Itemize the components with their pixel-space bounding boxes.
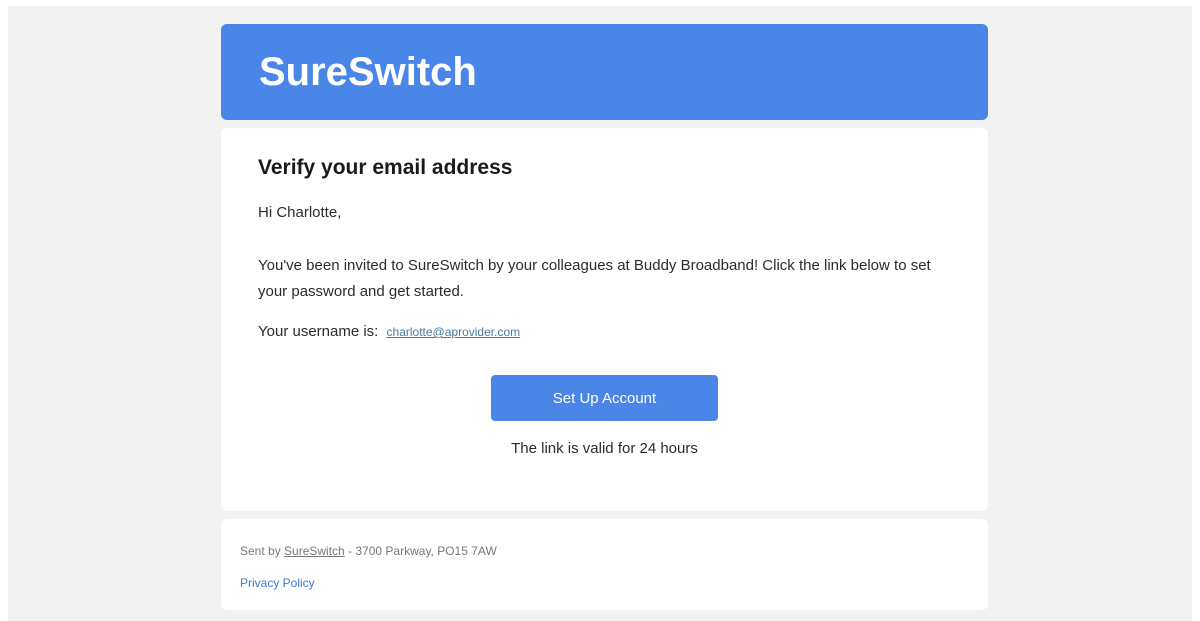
sureswitch-link[interactable]: SureSwitch [284, 544, 345, 558]
username-label: Your username is: [258, 323, 379, 340]
username-row: Your username is: charlotte@aprovider.co… [258, 322, 520, 342]
privacy-policy-link[interactable]: Privacy Policy [240, 575, 315, 591]
username-link[interactable]: charlotte@aprovider.com [387, 325, 521, 339]
sent-by-line: Sent by SureSwitch - 3700 Parkway, PO15 … [240, 543, 497, 559]
email-title: Verify your email address [258, 156, 513, 179]
sent-by-prefix: Sent by [240, 544, 285, 558]
invite-message: You've been invited to SureSwitch by you… [258, 257, 931, 300]
set-up-account-button[interactable]: Set Up Account [491, 375, 718, 421]
email-header: SureSwitch [221, 24, 988, 120]
email-footer: Sent by SureSwitch - 3700 Parkway, PO15 … [221, 519, 988, 610]
sender-address: - 3700 Parkway, PO15 7AW [344, 544, 497, 558]
brand-logo-text: SureSwitch [259, 50, 477, 94]
email-content-card: Verify your email address Hi Charlotte, … [221, 128, 988, 511]
link-validity-text: The link is valid for 24 hours [511, 440, 698, 457]
greeting-text: Hi Charlotte, [258, 204, 342, 221]
